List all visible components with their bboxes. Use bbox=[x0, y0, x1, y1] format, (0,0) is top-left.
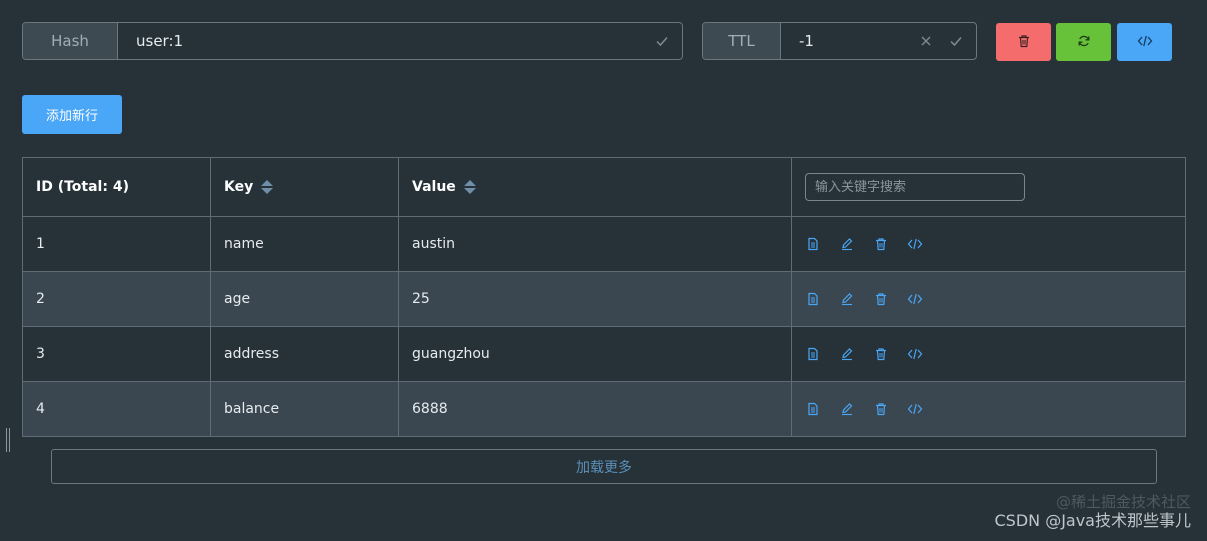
trash-icon bbox=[1017, 33, 1031, 52]
watermark-ghost: @稀土掘金技术社区 bbox=[1055, 493, 1191, 511]
cell-value: guangzhou bbox=[399, 327, 792, 381]
cell-id: 2 bbox=[23, 272, 211, 326]
code-icon[interactable] bbox=[907, 346, 923, 362]
code-icon bbox=[1137, 33, 1153, 52]
delete-icon[interactable] bbox=[873, 291, 889, 307]
column-header-key[interactable]: Key bbox=[211, 158, 399, 216]
column-header-value[interactable]: Value bbox=[399, 158, 792, 216]
edit-icon[interactable] bbox=[839, 236, 855, 252]
table-row: 4 balance 6888 bbox=[23, 382, 1185, 436]
cell-value: 25 bbox=[399, 272, 792, 326]
document-icon[interactable] bbox=[805, 346, 821, 362]
clear-ttl-icon[interactable] bbox=[918, 33, 934, 49]
search-box[interactable] bbox=[805, 173, 1025, 201]
table-row: 3 address guangzhou bbox=[23, 327, 1185, 382]
cell-actions bbox=[792, 272, 1185, 326]
edit-icon[interactable] bbox=[839, 346, 855, 362]
code-icon[interactable] bbox=[907, 401, 923, 417]
key-type-label: Hash bbox=[23, 23, 118, 59]
confirm-key-icon[interactable] bbox=[654, 33, 670, 49]
refresh-button[interactable] bbox=[1056, 23, 1111, 61]
key-name-value: user:1 bbox=[136, 32, 184, 50]
table-row: 2 age 25 bbox=[23, 272, 1185, 327]
sort-value-icon[interactable] bbox=[463, 180, 476, 194]
cell-actions bbox=[792, 327, 1185, 381]
delete-icon[interactable] bbox=[873, 346, 889, 362]
document-icon[interactable] bbox=[805, 291, 821, 307]
document-icon[interactable] bbox=[805, 236, 821, 252]
column-header-id: ID (Total: 4) bbox=[23, 158, 211, 216]
ttl-field[interactable]: -1 bbox=[781, 23, 918, 59]
confirm-ttl-icon[interactable] bbox=[948, 33, 964, 49]
resize-handle[interactable] bbox=[6, 428, 12, 452]
table-header: ID (Total: 4) Key Value bbox=[23, 158, 1185, 217]
code-icon[interactable] bbox=[907, 291, 923, 307]
edit-icon[interactable] bbox=[839, 401, 855, 417]
column-key-label: Key bbox=[224, 179, 254, 195]
cell-value: austin bbox=[399, 217, 792, 271]
cell-id: 4 bbox=[23, 382, 211, 436]
ttl-value: -1 bbox=[799, 32, 814, 50]
key-input-group: Hash user:1 bbox=[22, 22, 683, 60]
document-icon[interactable] bbox=[805, 401, 821, 417]
cell-actions bbox=[792, 382, 1185, 436]
cell-id: 3 bbox=[23, 327, 211, 381]
refresh-icon bbox=[1077, 33, 1091, 52]
cell-value: 6888 bbox=[399, 382, 792, 436]
delete-key-button[interactable] bbox=[996, 23, 1051, 61]
hash-table: ID (Total: 4) Key Value 1 name austin bbox=[22, 157, 1186, 437]
table-row: 1 name austin bbox=[23, 217, 1185, 272]
key-name-field[interactable]: user:1 bbox=[118, 23, 654, 59]
edit-icon[interactable] bbox=[839, 291, 855, 307]
cell-actions bbox=[792, 217, 1185, 271]
cell-id: 1 bbox=[23, 217, 211, 271]
column-header-search bbox=[792, 158, 1185, 216]
sort-key-icon[interactable] bbox=[261, 180, 274, 194]
ttl-input-group: TTL -1 bbox=[702, 22, 977, 60]
add-row-button[interactable]: 添加新行 bbox=[22, 95, 122, 134]
watermark: @稀土掘金技术社区 CSDN @Java技术那些事儿 bbox=[994, 493, 1191, 531]
code-icon[interactable] bbox=[907, 236, 923, 252]
cell-key: balance bbox=[211, 382, 399, 436]
delete-icon[interactable] bbox=[873, 401, 889, 417]
watermark-main: CSDN @Java技术那些事儿 bbox=[994, 511, 1191, 530]
cell-key: name bbox=[211, 217, 399, 271]
delete-icon[interactable] bbox=[873, 236, 889, 252]
column-value-label: Value bbox=[412, 179, 456, 195]
column-id-label: ID (Total: 4) bbox=[36, 179, 129, 195]
ttl-label: TTL bbox=[703, 23, 781, 59]
load-more-button[interactable]: 加载更多 bbox=[51, 449, 1157, 484]
cell-key: address bbox=[211, 327, 399, 381]
search-input[interactable] bbox=[813, 178, 1024, 196]
view-code-button[interactable] bbox=[1117, 23, 1172, 61]
cell-key: age bbox=[211, 272, 399, 326]
